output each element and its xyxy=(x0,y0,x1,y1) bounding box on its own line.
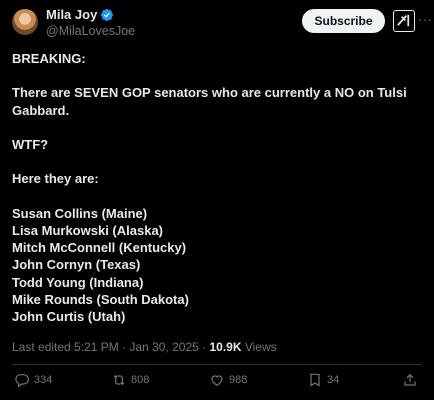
grok-icon[interactable] xyxy=(393,10,415,32)
post-text: BREAKING: There are SEVEN GOP senators w… xyxy=(12,50,422,325)
senator-item: Todd Young (Indiana) xyxy=(12,274,144,290)
senator-item: John Cornyn (Texas) xyxy=(12,257,141,273)
grok-glyph-icon xyxy=(397,14,410,27)
senator-item: Lisa Murkowski (Alaska) xyxy=(12,222,163,238)
repost-count: 808 xyxy=(131,374,150,386)
post-meta: Last edited 5:21 PM · Jan 30, 2025 · 10.… xyxy=(12,340,277,354)
post-line: There are SEVEN GOP senators who are cur… xyxy=(12,85,407,101)
post-line: Gabbard. xyxy=(12,102,70,118)
senator-item: John Curtis (Utah) xyxy=(12,308,126,324)
name-row: Mila Joy xyxy=(46,7,135,22)
views-count: 10.9K xyxy=(209,340,242,354)
post-header: Mila Joy @MilaLovesJoe Subscribe ··· xyxy=(12,6,432,40)
divider xyxy=(12,364,422,365)
post-line: Here they are: xyxy=(12,171,99,187)
repost-icon xyxy=(113,374,125,386)
post-line: WTF? xyxy=(12,136,49,152)
repost-button[interactable]: 808 xyxy=(111,372,149,388)
senator-item: Mike Rounds (South Dakota) xyxy=(12,291,189,307)
like-button[interactable]: 988 xyxy=(209,372,247,388)
bookmark-button[interactable]: 34 xyxy=(307,372,339,388)
share-button[interactable] xyxy=(402,372,418,388)
bookmark-count: 34 xyxy=(327,374,340,386)
avatar[interactable] xyxy=(12,9,38,35)
reply-button[interactable]: 334 xyxy=(14,372,52,388)
share-icon xyxy=(404,373,416,386)
display-name[interactable]: Mila Joy xyxy=(46,7,97,22)
more-icon[interactable]: ··· xyxy=(418,12,433,27)
edited-timestamp[interactable]: Last edited 5:21 PM · Jan 30, 2025 · xyxy=(12,340,209,354)
verified-badge-icon xyxy=(101,8,114,21)
senator-item: Susan Collins (Maine) xyxy=(12,205,148,221)
views-label: Views xyxy=(241,340,277,354)
author-handle[interactable]: @MilaLovesJoe xyxy=(46,24,135,38)
like-count: 988 xyxy=(229,374,248,386)
author-info: Mila Joy @MilaLovesJoe xyxy=(46,7,135,38)
reply-count: 334 xyxy=(34,374,53,386)
reply-icon xyxy=(15,374,29,388)
action-bar: 334 808 988 34 xyxy=(12,372,422,394)
heart-icon xyxy=(211,375,223,387)
bookmark-icon xyxy=(310,373,320,387)
subscribe-button[interactable]: Subscribe xyxy=(302,9,385,33)
post-line: BREAKING: xyxy=(12,51,86,66)
senator-item: Mitch McConnell (Kentucky) xyxy=(12,240,187,256)
